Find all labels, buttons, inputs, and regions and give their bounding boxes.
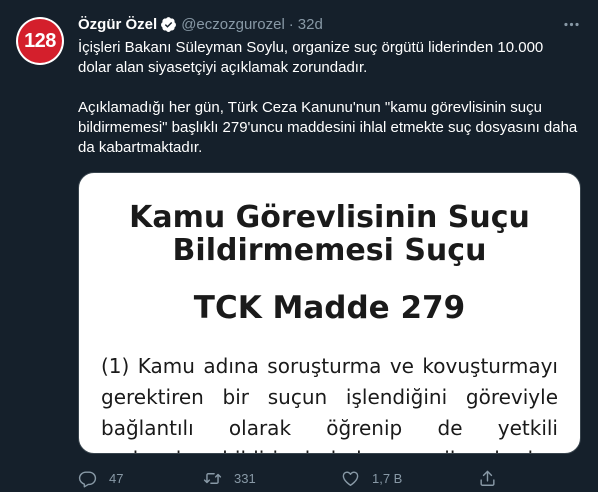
like-button[interactable]: 1,7 B xyxy=(341,466,402,490)
like-count: 1,7 B xyxy=(372,470,403,486)
avatar[interactable]: 128 xyxy=(16,17,64,65)
author-handle[interactable]: @eczozgurozel xyxy=(181,16,285,33)
share-icon xyxy=(480,470,495,486)
media-paragraph: (1) Kamu adına soruşturma ve kovuşturmay… xyxy=(101,354,558,453)
separator-dot: · xyxy=(288,15,294,33)
media-title: Kamu Görevlisinin Suçu Bildirmemesi Suçu xyxy=(129,200,530,268)
retweet-icon xyxy=(203,472,222,484)
more-icon xyxy=(563,22,579,26)
verified-icon xyxy=(161,16,177,32)
tweet-paragraph-2: Açıklamadığı her gün, Türk Ceza Kanunu'n… xyxy=(78,99,578,156)
retweet-button[interactable]: 331 xyxy=(203,466,256,490)
tweet[interactable]: 128 Özgür Özel @eczozgurozel · 32d İçişl… xyxy=(0,0,598,492)
tweet-time[interactable]: 32d xyxy=(298,16,323,33)
tweet-text: İçişleri Bakanı Süleyman Soylu, organize… xyxy=(78,38,578,158)
tweet-paragraph-1: İçişleri Bakanı Süleyman Soylu, organize… xyxy=(78,39,544,76)
reply-count: 47 xyxy=(109,470,124,486)
media-subtitle: TCK Madde 279 xyxy=(193,290,466,326)
tweet-media-image[interactable]: Kamu Görevlisinin Suçu Bildirmemesi Suçu… xyxy=(78,172,581,454)
reply-icon xyxy=(78,470,97,488)
retweet-count: 331 xyxy=(234,470,256,486)
avatar-logo: 128 xyxy=(18,19,62,63)
author-name[interactable]: Özgür Özel xyxy=(78,16,157,33)
share-button[interactable] xyxy=(478,466,497,490)
tweet-header: Özgür Özel @eczozgurozel · 32d xyxy=(78,14,323,34)
tweet-actions: 47 331 1,7 B xyxy=(78,466,578,490)
reply-button[interactable]: 47 xyxy=(78,466,123,490)
like-icon xyxy=(342,470,359,486)
more-button[interactable] xyxy=(561,14,581,34)
